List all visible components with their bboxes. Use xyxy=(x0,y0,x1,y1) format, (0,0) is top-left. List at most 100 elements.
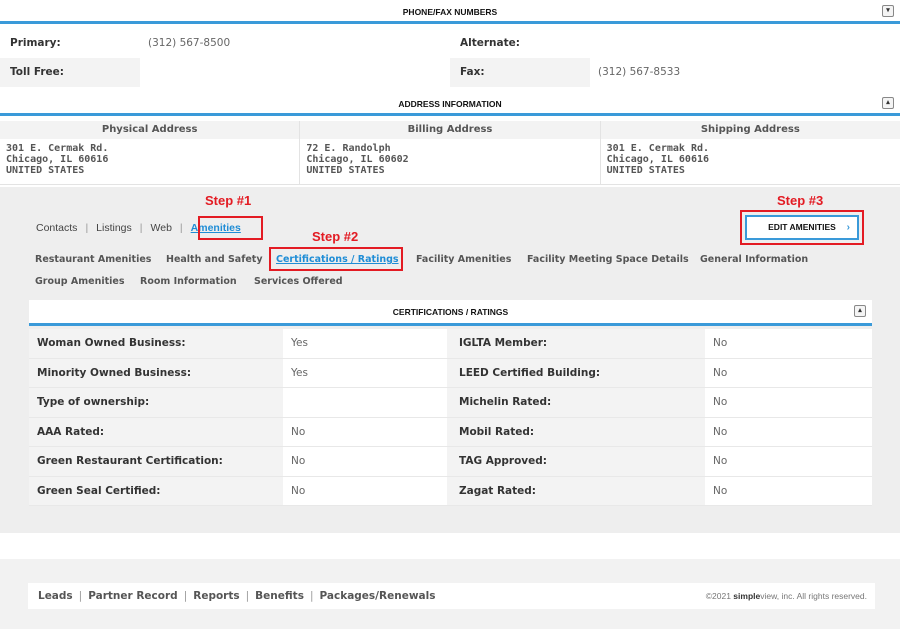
tab-listings[interactable]: Listings xyxy=(96,222,132,234)
cert-label: IGLTA Member: xyxy=(447,329,705,359)
table-row: Green Restaurant Certification: No TAG A… xyxy=(29,447,872,477)
cert-label: TAG Approved: xyxy=(447,447,705,477)
alternate-label: Alternate: xyxy=(460,37,520,49)
cert-value xyxy=(283,388,447,418)
cert-label: Type of ownership: xyxy=(29,388,283,418)
fax-value: (312) 567-8533 xyxy=(590,58,900,87)
address-line: 301 E. Cermak Rd. xyxy=(6,143,109,154)
subtab-facility-meeting-space[interactable]: Facility Meeting Space Details xyxy=(527,254,689,265)
footer-link-benefits[interactable]: Benefits xyxy=(255,590,304,602)
cert-value: No xyxy=(705,417,872,447)
address-section-header: ADDRESS INFORMATION ▴ xyxy=(0,92,900,116)
footer-separator: | xyxy=(78,590,83,602)
copyright-suffix: view, inc. All rights reserved. xyxy=(760,591,867,601)
alternate-value xyxy=(590,29,900,58)
table-row: Type of ownership: Michelin Rated: No xyxy=(29,388,872,418)
step-1-annotation: Step #1 xyxy=(205,193,252,208)
subtab-restaurant-amenities[interactable]: Restaurant Amenities xyxy=(35,254,151,265)
footer-link-partner-record[interactable]: Partner Record xyxy=(88,590,177,602)
address-column-title: Shipping Address xyxy=(600,121,900,139)
footer-link-leads[interactable]: Leads xyxy=(38,590,73,602)
fax-label: Fax: xyxy=(460,66,485,78)
tollfree-value xyxy=(140,58,450,87)
cert-value: No xyxy=(705,476,872,506)
address-grid: Physical Address 301 E. Cermak Rd. Chica… xyxy=(0,121,900,185)
primary-label: Primary: xyxy=(10,37,61,49)
address-column-title: Billing Address xyxy=(300,121,600,139)
cert-value: No xyxy=(283,447,447,477)
billing-address: Billing Address 72 E. Randolph Chicago, … xyxy=(300,121,601,185)
tab-separator: | xyxy=(85,222,89,234)
cert-label: AAA Rated: xyxy=(29,417,283,447)
step-1-highlight xyxy=(198,216,263,240)
cert-value: No xyxy=(705,388,872,418)
step-2-annotation: Step #2 xyxy=(312,229,359,244)
copyright-prefix: ©2021 xyxy=(705,591,734,601)
footer-nav: Leads | Partner Record | Reports | Benef… xyxy=(28,590,435,602)
shipping-address: Shipping Address 301 E. Cermak Rd. Chica… xyxy=(600,121,900,185)
cert-value: Yes xyxy=(283,358,447,388)
address-line: Chicago, IL 60616 xyxy=(6,154,109,165)
address-line: UNITED STATES xyxy=(306,165,385,176)
tab-contacts[interactable]: Contacts xyxy=(36,222,77,234)
subtab-facility-amenities[interactable]: Facility Amenities xyxy=(416,254,511,265)
cert-label: Green Seal Certified: xyxy=(29,476,283,506)
address-line: UNITED STATES xyxy=(6,165,85,176)
cert-value: No xyxy=(705,447,872,477)
cert-label: Green Restaurant Certification: xyxy=(29,447,283,477)
subtab-general-information[interactable]: General Information xyxy=(700,254,808,265)
cert-label: LEED Certified Building: xyxy=(447,358,705,388)
collapse-toggle-icon[interactable]: ▴ xyxy=(854,305,866,317)
collapse-toggle-icon[interactable]: ▾ xyxy=(882,5,894,17)
cert-value: No xyxy=(705,329,872,359)
address-line: 301 E. Cermak Rd. xyxy=(606,143,710,154)
collapse-toggle-icon[interactable]: ▴ xyxy=(882,97,894,109)
table-row: Minority Owned Business: Yes LEED Certif… xyxy=(29,358,872,388)
subtab-room-information[interactable]: Room Information xyxy=(140,276,237,287)
step-3-annotation: Step #3 xyxy=(777,193,824,208)
subtab-group-amenities[interactable]: Group Amenities xyxy=(35,276,125,287)
footer-separator: | xyxy=(245,590,250,602)
tollfree-label: Toll Free: xyxy=(10,66,64,78)
address-line: Chicago, IL 60616 xyxy=(606,154,710,165)
cert-value: Yes xyxy=(283,329,447,359)
cert-label: Minority Owned Business: xyxy=(29,358,283,388)
cert-label: Woman Owned Business: xyxy=(29,329,283,359)
step-2-highlight xyxy=(269,247,403,271)
address-title: ADDRESS INFORMATION xyxy=(398,99,502,109)
address-line: Chicago, IL 60602 xyxy=(306,154,409,165)
brand-name: simple xyxy=(733,591,761,601)
footer-separator: | xyxy=(183,590,188,602)
certifications-section-header: CERTIFICATIONS / RATINGS ▴ xyxy=(29,300,872,326)
cert-label: Zagat Rated: xyxy=(447,476,705,506)
footer-link-reports[interactable]: Reports xyxy=(193,590,239,602)
subtab-health-safety[interactable]: Health and Safety xyxy=(166,254,263,265)
address-column-title: Physical Address xyxy=(0,121,300,139)
cert-value: No xyxy=(283,476,447,506)
tab-separator: | xyxy=(179,222,183,234)
copyright-text: ©2021 simpleview, inc. All rights reserv… xyxy=(706,583,867,609)
physical-address: Physical Address 301 E. Cermak Rd. Chica… xyxy=(0,121,301,185)
address-line: UNITED STATES xyxy=(606,165,685,176)
subtab-services-offered[interactable]: Services Offered xyxy=(254,276,343,287)
tab-web[interactable]: Web xyxy=(151,222,172,234)
footer-link-packages-renewals[interactable]: Packages/Renewals xyxy=(320,590,436,602)
table-row: Woman Owned Business: Yes IGLTA Member: … xyxy=(29,329,872,359)
cert-value: No xyxy=(283,417,447,447)
primary-value: (312) 567-8500 xyxy=(148,37,231,49)
footer-separator: | xyxy=(309,590,314,602)
phone-fax-title: PHONE/FAX NUMBERS xyxy=(402,7,498,17)
tab-separator: | xyxy=(139,222,143,234)
footer-bar: Leads | Partner Record | Reports | Benef… xyxy=(28,583,875,609)
certifications-title: CERTIFICATIONS / RATINGS xyxy=(392,307,509,317)
cert-label: Mobil Rated: xyxy=(447,417,705,447)
phone-row-primary: Primary: (312) 567-8500 Alternate: xyxy=(0,29,900,58)
table-row: AAA Rated: No Mobil Rated: No xyxy=(29,417,872,447)
step-3-highlight xyxy=(740,210,864,245)
address-line: 72 E. Randolph xyxy=(306,143,391,154)
table-row: Green Seal Certified: No Zagat Rated: No xyxy=(29,476,872,506)
cert-label: Michelin Rated: xyxy=(447,388,705,418)
phone-fax-section-header: PHONE/FAX NUMBERS ▾ xyxy=(0,0,900,24)
phone-row-tollfree: Toll Free: Fax: (312) 567-8533 xyxy=(0,58,900,87)
cert-value: No xyxy=(705,358,872,388)
